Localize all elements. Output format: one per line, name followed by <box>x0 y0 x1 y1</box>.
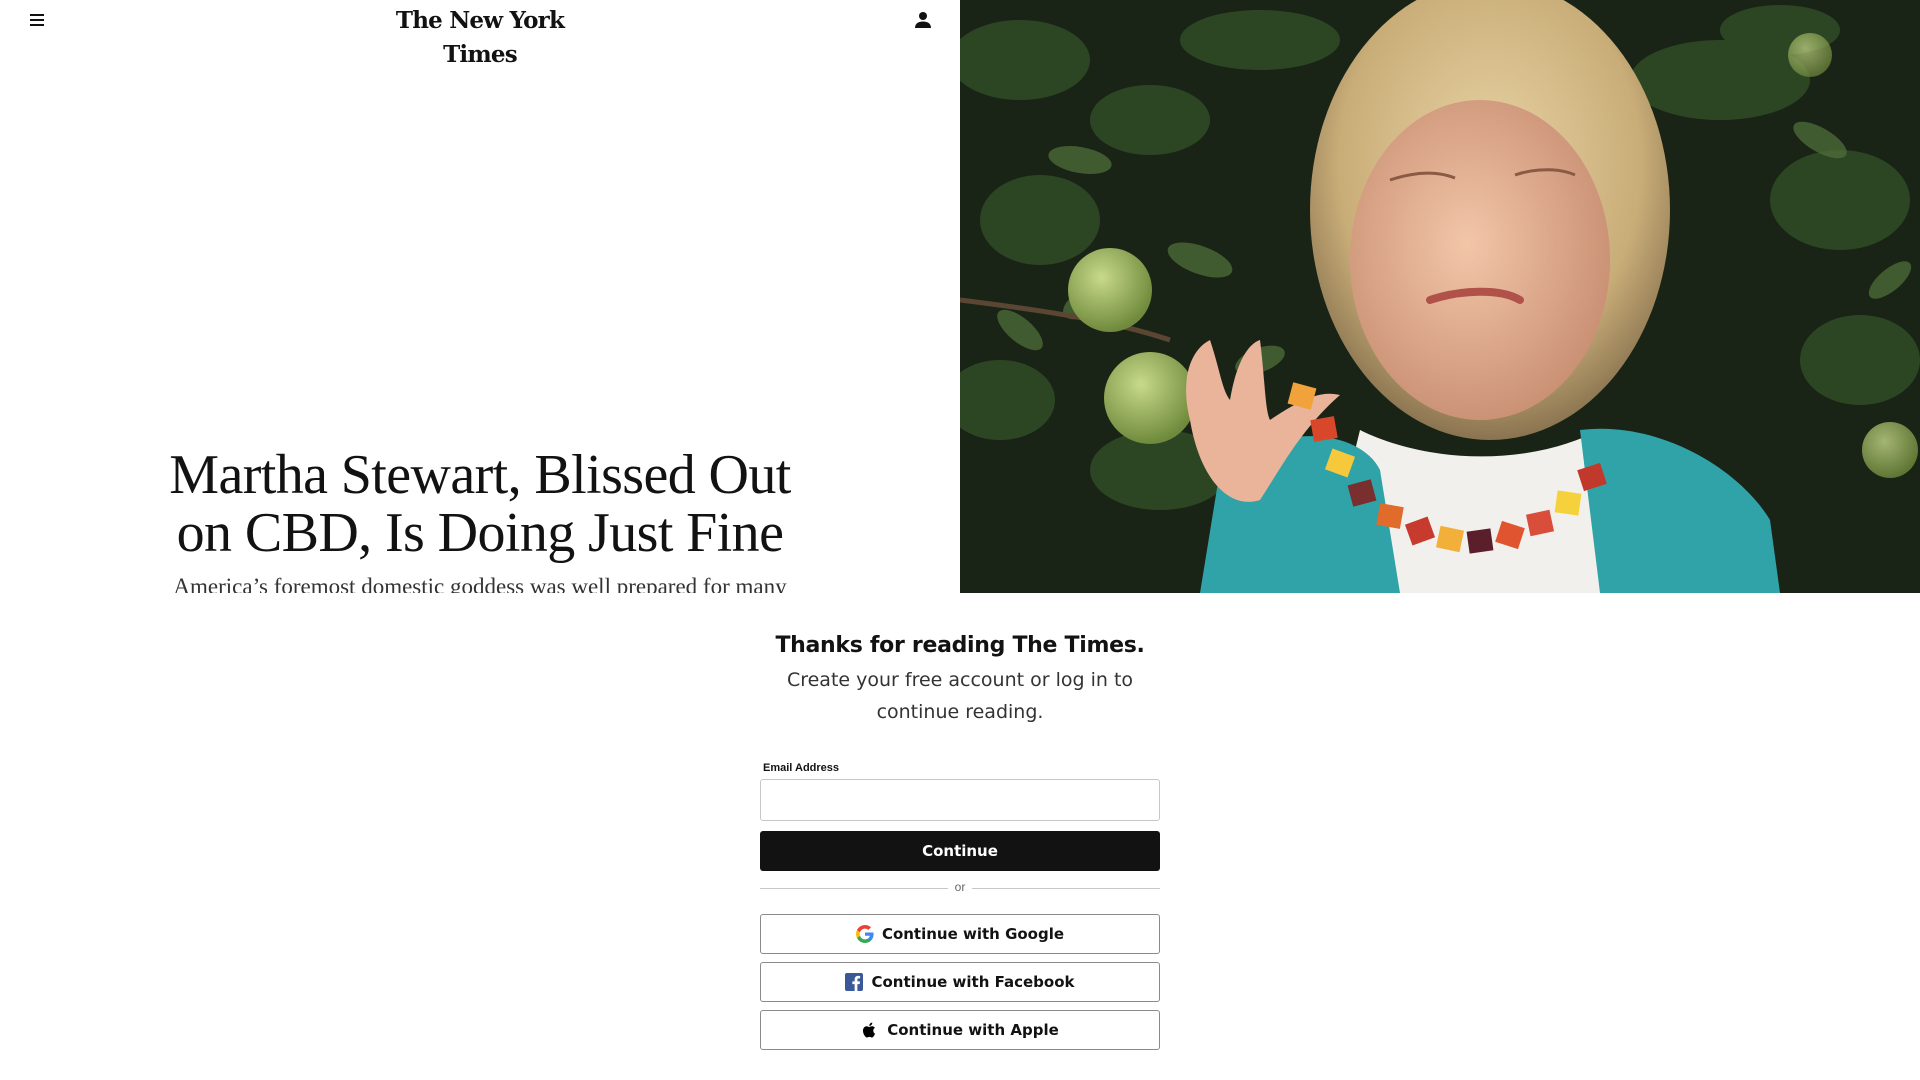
or-text: or <box>954 880 966 894</box>
google-icon <box>855 925 874 943</box>
account-button[interactable] <box>912 9 934 31</box>
google-button-label: Continue with Google <box>881 925 1065 943</box>
article-headline: Martha Stewart, Blissed Out on CBD, Is D… <box>169 444 791 564</box>
facebook-icon <box>845 973 864 991</box>
nyt-logo[interactable]: The New York Times <box>360 4 600 68</box>
continue-with-facebook-button[interactable]: Continue with Facebook <box>760 962 1160 1002</box>
menu-button[interactable] <box>26 10 48 30</box>
continue-with-apple-button[interactable]: Continue with Apple <box>760 1010 1160 1050</box>
article-photo <box>960 0 1920 593</box>
continue-button[interactable]: Continue <box>760 831 1160 871</box>
apple-icon <box>863 1022 876 1038</box>
continue-with-google-button[interactable]: Continue with Google <box>760 914 1160 954</box>
registration-wall: Thanks for reading The Times. Create you… <box>0 594 1920 1080</box>
email-label: Email Address <box>763 762 840 774</box>
article-summary: America’s foremost domestic goddess was … <box>173 574 787 593</box>
article-header-pane: The New York Times Martha Stewart, Bliss… <box>0 0 960 593</box>
masthead: The New York Times <box>0 0 960 68</box>
regiwall-title: Thanks for reading The Times. <box>775 633 1145 658</box>
email-field[interactable] <box>760 779 1160 821</box>
regiwall-subtitle: Create your free account or log in to co… <box>786 669 1134 723</box>
or-divider: or <box>760 878 1160 898</box>
article-area: The New York Times Martha Stewart, Bliss… <box>0 0 1920 593</box>
facebook-button-label: Continue with Facebook <box>871 973 1075 991</box>
hamburger-menu-icon <box>30 14 44 16</box>
person-icon <box>915 12 931 28</box>
lead-photo <box>960 0 1920 593</box>
apple-button-label: Continue with Apple <box>887 1021 1059 1039</box>
